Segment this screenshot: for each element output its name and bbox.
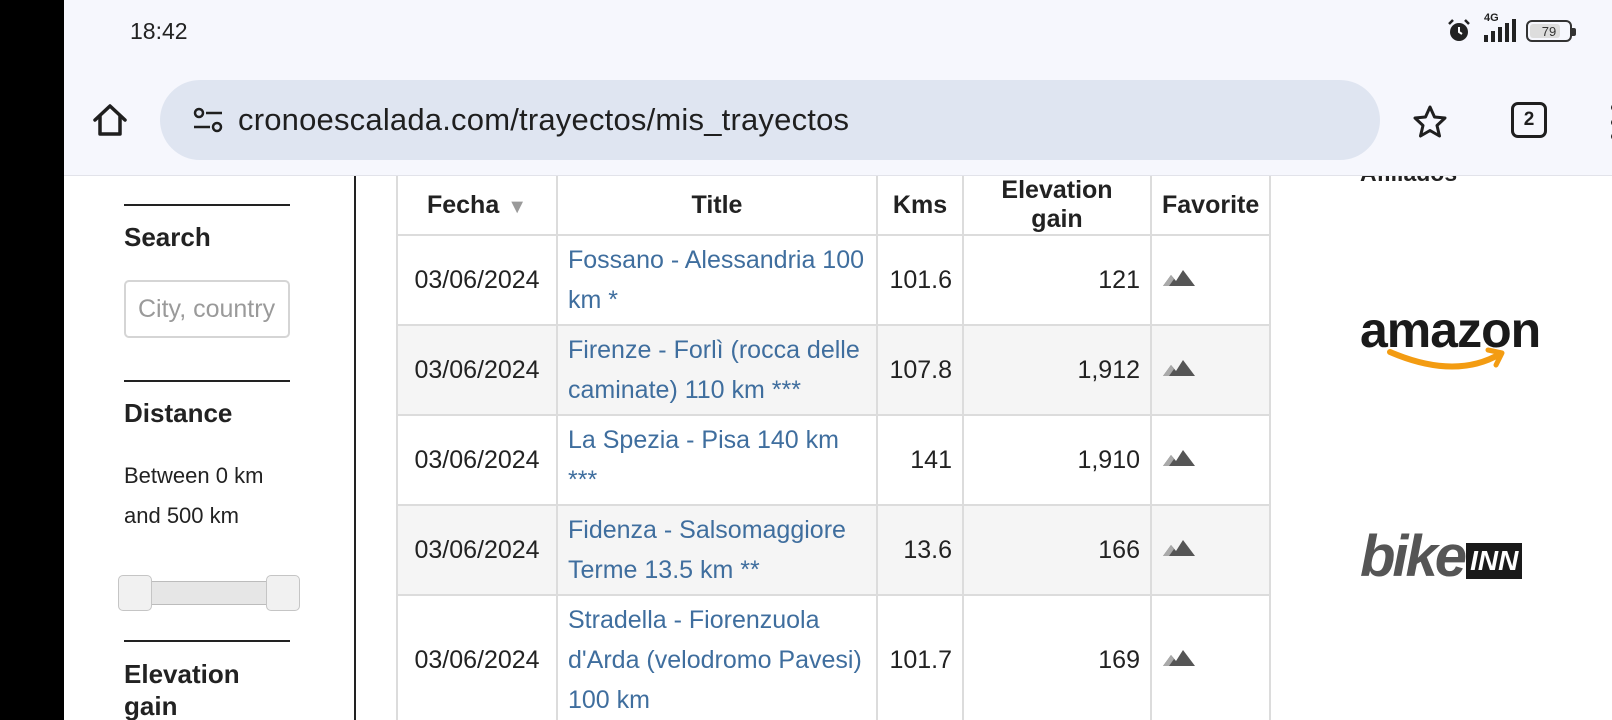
- section-divider: [124, 640, 290, 642]
- header-elevation[interactable]: Elevation gain: [962, 176, 1152, 236]
- phone-screen: 18:42 4G 79 cronoescalada.com/trayectos/…: [64, 0, 1612, 720]
- cell-elevation: 121: [962, 234, 1152, 326]
- route-title-link[interactable]: Fossano - Alessandria 100 km *: [568, 236, 866, 324]
- amazon-smile-icon: [1387, 347, 1505, 370]
- mountain-icon[interactable]: [1162, 446, 1196, 475]
- browser-toolbar: cronoescalada.com/trayectos/mis_trayecto…: [64, 64, 1612, 176]
- affiliates-title: Afiliados: [1360, 176, 1457, 187]
- header-fecha-label: Fecha: [426, 190, 500, 219]
- cell-fecha: 03/06/2024: [396, 504, 558, 596]
- cell-elevation: 166: [962, 504, 1152, 596]
- routes-table-wrapper: Fecha ▼ Title Kms Elevation gain Favorite…: [396, 176, 1272, 720]
- cell-kms: 107.8: [876, 324, 964, 416]
- sort-desc-icon: ▼: [507, 195, 528, 218]
- header-fecha[interactable]: Fecha ▼: [396, 176, 558, 236]
- cell-fecha: 03/06/2024: [396, 324, 558, 416]
- cell-favorite: [1149, 504, 1272, 596]
- header-favorite[interactable]: Favorite: [1149, 176, 1272, 236]
- bikeinn-wordmark-bike: bike: [1360, 524, 1467, 589]
- elevation-title: Elevation gain: [124, 659, 240, 720]
- star-icon: [1413, 105, 1447, 138]
- cell-title: Fidenza - Salsomaggiore Terme 13.5 km **: [556, 504, 878, 596]
- alarm-icon: [1446, 18, 1472, 44]
- table-row: 03/06/2024 Fidenza - Salsomaggiore Terme …: [396, 504, 1272, 596]
- bikeinn-wordmark-inn: INN: [1466, 543, 1523, 579]
- table-row: 03/06/2024 Fossano - Alessandria 100 km *…: [396, 234, 1272, 326]
- amazon-logo[interactable]: amazon: [1360, 304, 1570, 384]
- status-time: 18:42: [130, 18, 188, 44]
- signal-icon: 4G: [1482, 12, 1516, 44]
- distance-title: Distance: [124, 398, 233, 428]
- url-text[interactable]: cronoescalada.com/trayectos/mis_trayecto…: [238, 102, 849, 138]
- site-settings-icon: [193, 107, 223, 133]
- cell-fecha: 03/06/2024: [396, 594, 558, 720]
- cell-favorite: [1149, 594, 1272, 720]
- cell-favorite: [1149, 324, 1272, 416]
- cell-kms: 141: [876, 414, 964, 506]
- cell-elevation: 1,910: [962, 414, 1152, 506]
- route-title-link[interactable]: Firenze - Forlì (rocca delle caminate) 1…: [568, 326, 866, 414]
- distance-slider-max-handle[interactable]: [266, 575, 300, 611]
- table-row: 03/06/2024 Firenze - Forlì (rocca delle c…: [396, 324, 1272, 416]
- battery-icon: 79: [1526, 20, 1576, 42]
- status-icons: 4G 79: [1446, 12, 1576, 46]
- tab-count: 2: [1523, 109, 1535, 130]
- mountain-icon[interactable]: [1162, 646, 1196, 675]
- cell-fecha: 03/06/2024: [396, 234, 558, 326]
- tabs-button[interactable]: 2: [1511, 102, 1547, 138]
- more-menu-button[interactable]: [1604, 100, 1612, 144]
- section-divider: [124, 204, 290, 206]
- home-icon: [93, 104, 127, 136]
- page-content: Search Distance Between 0 km and 500 km …: [64, 176, 1612, 720]
- section-divider: [124, 380, 290, 382]
- header-title[interactable]: Title: [556, 176, 878, 236]
- cell-favorite: [1149, 414, 1272, 506]
- route-title-link[interactable]: Fidenza - Salsomaggiore Terme 13.5 km **: [568, 506, 866, 594]
- table-row: 03/06/2024 La Spezia - Pisa 140 km *** 141…: [396, 414, 1272, 506]
- left-black-bar: [0, 0, 64, 720]
- route-title-link[interactable]: La Spezia - Pisa 140 km ***: [568, 416, 866, 504]
- route-title-link[interactable]: Stradella - Fiorenzuola d'Arda (velodrom…: [568, 596, 866, 720]
- cell-kms: 101.6: [876, 234, 964, 326]
- distance-range-text: Between 0 km and 500 km: [124, 463, 264, 528]
- distance-slider-min-handle[interactable]: [118, 575, 152, 611]
- cell-elevation: 1,912: [962, 324, 1152, 416]
- cell-kms: 101.7: [876, 594, 964, 720]
- bookmark-button[interactable]: [1408, 100, 1452, 144]
- address-bar[interactable]: cronoescalada.com/trayectos/mis_trayecto…: [160, 80, 1380, 160]
- cell-favorite: [1149, 234, 1272, 326]
- home-button[interactable]: [88, 98, 132, 142]
- header-kms[interactable]: Kms: [876, 176, 964, 236]
- table-header-row: Fecha ▼ Title Kms Elevation gain Favorite: [396, 176, 1272, 236]
- battery-level: 79: [1541, 23, 1557, 39]
- search-title: Search: [124, 222, 211, 252]
- affiliates-aside: Afiliados amazon bike INN: [1360, 176, 1600, 720]
- table-row: 03/06/2024 Stradella - Fiorenzuola d'Arda…: [396, 594, 1272, 720]
- cell-title: Fossano - Alessandria 100 km *: [556, 234, 878, 326]
- cell-title: La Spezia - Pisa 140 km ***: [556, 414, 878, 506]
- mountain-icon[interactable]: [1162, 356, 1196, 385]
- filter-sidebar: Search Distance Between 0 km and 500 km …: [118, 176, 300, 720]
- status-bar: 18:42 4G 79: [64, 0, 1612, 64]
- mountain-icon[interactable]: [1162, 536, 1196, 565]
- column-divider: [354, 176, 356, 720]
- network-type: 4G: [1484, 12, 1499, 24]
- cell-title: Firenze - Forlì (rocca delle caminate) 1…: [556, 324, 878, 416]
- site-settings-button[interactable]: [190, 102, 226, 138]
- cell-fecha: 03/06/2024: [396, 414, 558, 506]
- search-input[interactable]: [124, 280, 290, 338]
- cell-elevation: 169: [962, 594, 1152, 720]
- routes-table: Fecha ▼ Title Kms Elevation gain Favorite…: [396, 176, 1272, 720]
- mountain-icon[interactable]: [1162, 266, 1196, 295]
- cell-kms: 13.6: [876, 504, 964, 596]
- bikeinn-logo[interactable]: bike INN: [1360, 522, 1570, 592]
- cell-title: Stradella - Fiorenzuola d'Arda (velodrom…: [556, 594, 878, 720]
